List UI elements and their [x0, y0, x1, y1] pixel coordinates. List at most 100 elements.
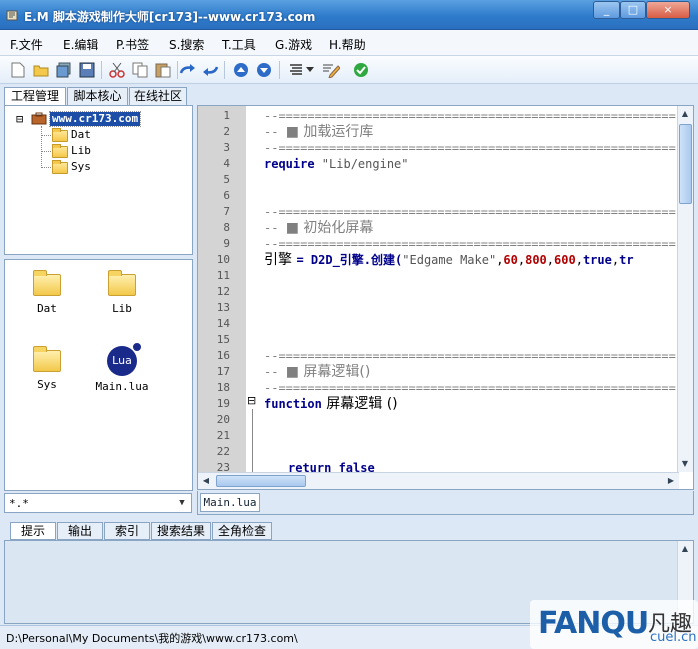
paste-icon[interactable]	[153, 60, 173, 80]
line-number: 15	[216, 333, 230, 346]
tab-script-core[interactable]: 脚本核心	[67, 87, 128, 105]
fold-line	[252, 409, 253, 472]
save-all-icon[interactable]	[54, 60, 74, 80]
line-number: 2	[223, 125, 230, 138]
line-number: 8	[223, 221, 230, 234]
code-line-9: --======================================…	[264, 237, 676, 251]
line-number: 22	[216, 445, 230, 458]
check-icon[interactable]	[351, 60, 371, 80]
tree-line	[41, 126, 42, 168]
file-item-lib[interactable]: Lib	[92, 270, 152, 315]
tab-online-community[interactable]: 在线社区	[129, 87, 187, 105]
move-up-icon[interactable]	[231, 60, 251, 80]
menu-edit[interactable]: E.编辑	[63, 36, 98, 53]
tab-index[interactable]: 索引	[104, 522, 150, 540]
code-token: ,	[546, 253, 555, 267]
tree-root-node[interactable]: www.cr173.com	[48, 111, 142, 127]
line-number: 13	[216, 301, 230, 314]
format-icon[interactable]	[286, 60, 306, 80]
scroll-right-icon[interactable]: ▶	[664, 474, 678, 488]
file-label: Main.lua	[95, 380, 149, 393]
tree-line	[41, 151, 51, 152]
watermark-site: cuel.cn	[650, 630, 697, 645]
file-item-main-lua[interactable]: Lua Main.lua	[92, 342, 152, 393]
file-view: Dat Lib Sys Lua Main.lua	[4, 259, 193, 491]
scroll-left-icon[interactable]: ◀	[199, 474, 213, 488]
tree-node-lib[interactable]: Lib	[71, 144, 91, 158]
code-token: 引擎	[264, 252, 297, 268]
open-folder-icon[interactable]	[31, 60, 51, 80]
keyword: function	[264, 397, 322, 411]
scrollbar-thumb[interactable]	[679, 124, 692, 204]
save-icon[interactable]	[77, 60, 97, 80]
code-line-16: --======================================…	[264, 349, 676, 363]
code-line-18: --======================================…	[264, 381, 676, 395]
tab-search-results[interactable]: 搜索结果	[151, 522, 211, 540]
line-number: 5	[223, 173, 230, 186]
line-number: 3	[223, 141, 230, 154]
number-literal: 800	[525, 253, 547, 267]
scroll-down-icon[interactable]: ▼	[678, 457, 692, 471]
file-filter-select[interactable]: *.* ▼	[4, 493, 192, 513]
code-token: ,	[611, 253, 620, 267]
tree-node-dat[interactable]: Dat	[71, 128, 91, 142]
line-number: 6	[223, 189, 230, 202]
line-number: 9	[223, 237, 230, 250]
fold-margin: ⊟	[246, 106, 260, 472]
tab-hints[interactable]: 提示	[10, 522, 56, 540]
number-literal: 60	[503, 253, 518, 267]
line-number: 7	[223, 205, 230, 218]
folder-icon	[52, 160, 68, 175]
scrollbar-thumb[interactable]	[216, 475, 306, 487]
tree-expand-icon[interactable]: ⊟	[16, 112, 23, 126]
scroll-up-icon[interactable]: ▲	[678, 542, 692, 556]
folder-icon	[52, 144, 68, 159]
undo-icon[interactable]	[200, 60, 220, 80]
tree-node-sys[interactable]: Sys	[71, 160, 91, 174]
line-number: 21	[216, 429, 230, 442]
chevron-down-icon[interactable]: ▼	[175, 496, 189, 510]
comment-text: ■ 加载运行库	[285, 124, 374, 140]
minimize-button[interactable]: _	[593, 1, 620, 19]
copy-icon[interactable]	[130, 60, 150, 80]
menu-tools[interactable]: T.工具	[222, 36, 256, 53]
toolbar	[0, 56, 698, 84]
code-line-10: 引擎 = D2D_引擎.创建("Edgame Make",60,800,600,…	[264, 252, 634, 268]
close-button[interactable]: ×	[646, 1, 690, 19]
title-bar[interactable]: E.M 脚本游戏制作大师[cr173]--www.cr173.com _ □ ×	[0, 0, 698, 30]
file-item-dat[interactable]: Dat	[17, 270, 77, 315]
file-label: Sys	[37, 378, 57, 391]
menu-search[interactable]: S.搜索	[169, 36, 204, 53]
fold-toggle-icon[interactable]: ⊟	[247, 395, 256, 407]
keyword: true	[582, 253, 612, 267]
menu-bookmark[interactable]: P.书签	[116, 36, 149, 53]
scroll-up-icon[interactable]: ▲	[678, 107, 692, 121]
code-line-1: --======================================…	[264, 109, 676, 123]
window-title: E.M 脚本游戏制作大师[cr173]--www.cr173.com	[24, 10, 316, 24]
new-file-icon[interactable]	[8, 60, 28, 80]
number-literal: 600	[554, 253, 576, 267]
tab-main-lua[interactable]: Main.lua	[200, 493, 260, 512]
dropdown-icon[interactable]	[304, 60, 316, 80]
watermark-brand: FANQU	[538, 606, 649, 641]
filter-value: *.*	[9, 497, 29, 510]
code-line-17: -- ■ 屏幕逻辑()	[264, 364, 370, 380]
edit-icon[interactable]	[321, 60, 341, 80]
tab-project-manager[interactable]: 工程管理	[4, 87, 66, 106]
editor-vertical-scrollbar[interactable]: ▲ ▼	[677, 106, 693, 472]
menu-game[interactable]: G.游戏	[275, 36, 312, 53]
maximize-button[interactable]: □	[620, 1, 646, 19]
menu-help[interactable]: H.帮助	[329, 36, 366, 53]
line-number: 12	[216, 285, 230, 298]
redo-icon[interactable]	[178, 60, 198, 80]
move-down-icon[interactable]	[254, 60, 274, 80]
line-number: 10	[216, 253, 230, 266]
tab-fullwidth-check[interactable]: 全角检查	[212, 522, 272, 540]
cut-icon[interactable]	[107, 60, 127, 80]
menu-file[interactable]: F.文件	[10, 36, 43, 53]
toolbar-separator	[224, 61, 225, 79]
file-item-sys[interactable]: Sys	[17, 346, 77, 391]
tab-output[interactable]: 输出	[57, 522, 103, 540]
editor-horizontal-scrollbar[interactable]: ◀ ▶	[198, 472, 679, 489]
code-editor[interactable]: ⊟ 1 2 3 4 5 6 7 8 9 10 11 12 13 14 15 16 17 18 19 20 21 22 23 …	[197, 105, 694, 490]
